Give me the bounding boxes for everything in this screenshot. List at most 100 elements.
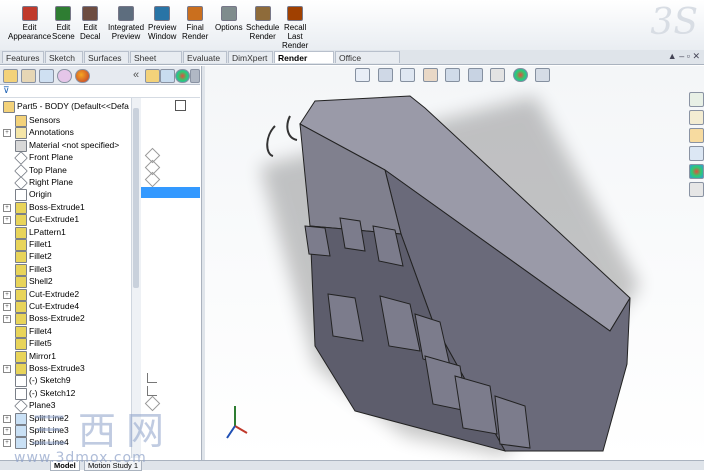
plane-display-icon <box>144 171 161 188</box>
tree-filter-row[interactable]: ⊽ <box>0 85 200 98</box>
tree-item-label: (-) Sketch12 <box>29 387 76 398</box>
tab-evaluate[interactable]: Evaluate <box>183 51 227 63</box>
final-render-icon <box>187 6 204 21</box>
expand-toggle-icon[interactable]: + <box>3 216 11 225</box>
tab-sketch[interactable]: Sketch <box>45 51 83 63</box>
origin-icon <box>15 189 27 202</box>
tab-dimxpert[interactable]: DimXpert <box>228 51 273 63</box>
mirror-icon <box>15 350 27 363</box>
command-manager-ribbon: Edit Appearance Edit Scene Edit Decal Integrat… <box>0 0 704 51</box>
collapse-chevron-icon[interactable]: « <box>133 69 139 81</box>
ribbon-button-label: Render <box>249 32 276 41</box>
recall-render-icon <box>287 6 304 21</box>
tree-item-label: Material <not specified> <box>29 139 120 150</box>
ribbon-button-label: Final <box>186 23 204 32</box>
ribbon-button[interactable]: Schedule Render <box>246 6 279 41</box>
tree-item-label: Boss-Extrude2 <box>29 313 85 324</box>
split-line-icon <box>15 437 27 450</box>
pin-icon[interactable]: ▲ <box>668 51 677 61</box>
restore-icon[interactable]: ▫ <box>687 51 690 61</box>
sketch-icon <box>15 387 27 400</box>
expand-toggle-icon[interactable]: + <box>3 203 11 212</box>
ribbon-button-label: Render <box>182 32 209 41</box>
plane-display-icon <box>144 395 161 412</box>
view-palette-icon[interactable] <box>689 146 704 161</box>
feature-tree-tab-icon[interactable] <box>3 69 18 83</box>
axis-triad <box>226 406 248 439</box>
graphics-viewport[interactable] <box>205 66 704 460</box>
tab-render-tools[interactable]: Render Tools <box>274 51 334 75</box>
featuremanager-tabs: « <box>0 66 200 85</box>
solidworks-resources-icon[interactable] <box>689 92 704 107</box>
dimxpert-manager-tab-icon[interactable] <box>57 69 72 83</box>
origin-selection-highlight[interactable] <box>141 187 200 198</box>
tree-item-label: Fillet5 <box>29 338 52 349</box>
ribbon-button-label: Window <box>148 32 177 41</box>
ribbon-button-label: Recall <box>284 23 307 32</box>
boss-extrude-icon <box>15 201 27 214</box>
tab-office-products[interactable]: Office Products <box>335 51 400 75</box>
ribbon-button[interactable]: Final Render <box>182 6 208 41</box>
part-model[interactable] <box>205 66 704 460</box>
expand-toggle-icon[interactable]: + <box>3 439 11 448</box>
annotations-icon <box>15 127 27 140</box>
tree-item-label: Split Line3 <box>29 425 69 435</box>
scene-tab-icon[interactable] <box>160 69 175 83</box>
ribbon-button-label: Options <box>215 23 243 32</box>
tree-item-label: Fillet1 <box>29 239 52 249</box>
display-manager-tab-icon[interactable] <box>75 69 90 83</box>
expand-toggle-icon[interactable]: + <box>3 303 11 311</box>
scrollbar-thumb[interactable] <box>133 108 139 288</box>
tab-sheet-metal[interactable]: Sheet Metal <box>130 51 182 75</box>
tab-surfaces[interactable]: Surfaces <box>84 51 129 63</box>
expand-toggle-icon[interactable]: + <box>3 315 11 324</box>
appearances-scenes-icon[interactable] <box>689 164 704 179</box>
command-manager-tabs: FeaturesSketchSurfacesSheet MetalEvaluat… <box>0 50 704 75</box>
ribbon-button[interactable]: Edit Scene <box>52 6 75 41</box>
expand-toggle-icon[interactable]: + <box>3 129 11 138</box>
tree-item-label: Fillet4 <box>29 325 52 336</box>
file-explorer-icon[interactable] <box>689 128 704 143</box>
fillet-icon <box>15 325 27 338</box>
ribbon-button[interactable]: Preview Window <box>148 6 176 41</box>
ribbon-button[interactable]: Options <box>215 6 243 32</box>
bottom-tab-motion-study-1[interactable]: Motion Study 1 <box>84 461 143 471</box>
more-tab-icon[interactable] <box>190 69 200 83</box>
pattern-icon <box>15 226 27 239</box>
bottom-tab-model[interactable]: Model <box>50 461 80 471</box>
expand-toggle-icon[interactable]: + <box>3 414 11 423</box>
tree-item-label: Shell2 <box>29 276 53 287</box>
configuration-manager-tab-icon[interactable] <box>39 69 54 83</box>
expand-toggle-icon[interactable]: + <box>3 427 11 435</box>
cut-extrude-icon <box>15 288 27 301</box>
boss-extrude-icon <box>15 363 27 375</box>
tree-item-label: Fillet2 <box>29 251 52 262</box>
ribbon-button[interactable]: Recall Last Render <box>282 6 308 50</box>
ribbon-button[interactable]: Integrated Preview <box>108 6 144 41</box>
custom-properties-icon[interactable] <box>689 182 704 197</box>
tree-item-label: Front Plane <box>29 152 73 163</box>
ribbon-button[interactable]: Edit Decal <box>80 6 100 41</box>
design-library-icon[interactable] <box>689 110 704 125</box>
expand-toggle-icon[interactable]: + <box>3 290 11 299</box>
tab-features[interactable]: Features <box>2 51 44 63</box>
appearance-tab-icon[interactable] <box>145 69 160 83</box>
tree-scrollbar[interactable] <box>131 98 141 458</box>
expand-toggle-icon[interactable]: + <box>3 365 11 373</box>
ribbon-button-label: Preview <box>111 32 141 41</box>
tree-item-label: Right Plane <box>29 177 73 187</box>
window-controls[interactable]: ▲ – ▫ ✕ <box>668 51 700 62</box>
display-state-checkbox[interactable] <box>175 100 186 111</box>
ribbon-button[interactable]: Edit Appearance <box>8 6 51 41</box>
tree-root-label: Part5 - BODY (Default<<Defa <box>17 101 129 111</box>
minimize-icon[interactable]: – <box>679 51 684 61</box>
options-icon <box>220 6 237 21</box>
property-manager-tab-icon[interactable] <box>21 69 36 83</box>
tree-item-label: Split Line2 <box>29 412 69 423</box>
color-sphere-icon[interactable] <box>175 69 190 83</box>
close-icon[interactable]: ✕ <box>692 51 700 61</box>
tree-item-label: Origin <box>29 189 52 200</box>
ribbon-button-label: Decal <box>80 32 101 41</box>
filter-icon[interactable]: ⊽ <box>3 85 10 96</box>
ribbon-button-label: Preview <box>148 23 177 32</box>
